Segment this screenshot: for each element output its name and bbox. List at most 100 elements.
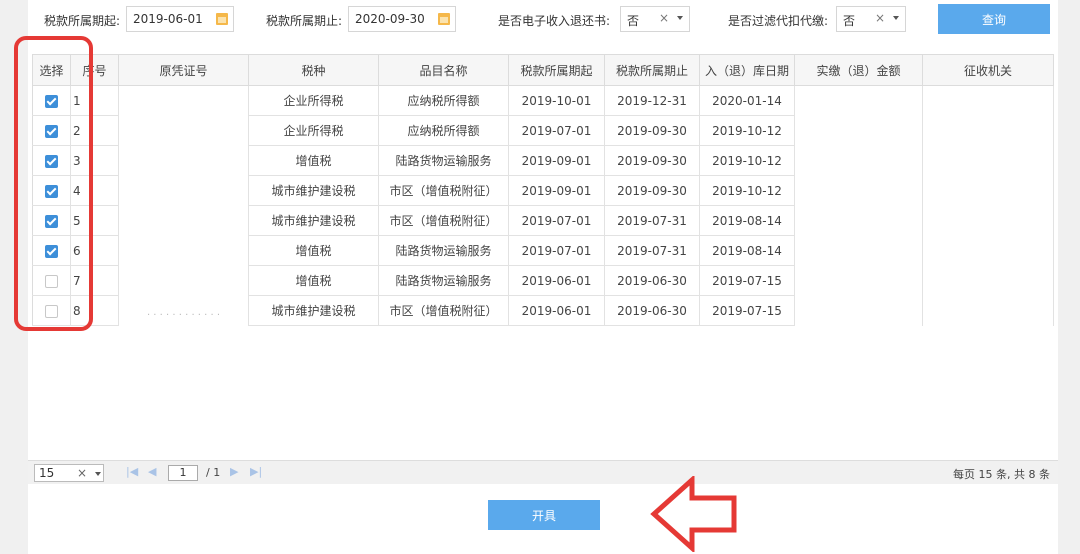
row-select[interactable] [32,265,71,296]
table-row[interactable]: 8 . . . . . . . . . . . . 城市维护建设税 市区（增值税附征）… [32,295,1054,326]
row-amount [794,85,923,116]
row-storage-date: 2019-10-12 [699,145,795,176]
row-period-start: 2019-07-01 [508,205,605,236]
row-select[interactable] [32,235,71,266]
chevron-down-icon[interactable] [677,16,683,20]
row-select[interactable] [32,205,71,236]
row-checkbox[interactable] [45,304,58,318]
row-voucher [118,205,249,236]
page-size-value: 15 [39,466,55,480]
table-row[interactable]: 7 增值税 陆路货物运输服务 2019-06-01 2019-06-30 2019-07-… [32,265,1054,296]
start-period-label: 税款所属期起: [44,14,121,28]
row-checkbox[interactable] [45,214,58,228]
end-period-label: 税款所属期止: [266,14,343,28]
table-row[interactable]: 2 企业所得税 应纳税所得额 2019-07-01 2019-09-30 2019-10-… [32,115,1054,146]
row-period-start: 2019-07-01 [508,235,605,266]
row-amount [794,235,923,266]
einvoice-label: 是否电子收入退还书: [498,14,611,28]
row-select[interactable] [32,115,71,146]
header-voucher: 原凭证号 [118,54,249,86]
row-tax-type: 企业所得税 [248,115,379,146]
row-storage-date: 2019-10-12 [699,175,795,206]
row-checkbox[interactable] [45,244,58,258]
prev-page-icon[interactable]: ◀ [148,465,156,478]
row-seq: 1 [70,85,119,116]
chevron-down-icon[interactable] [893,16,899,20]
open-invoice-button[interactable]: 开具 [488,500,600,530]
tax-table: 选择 序号 原凭证号 税种 品目名称 税款所属期起 税款所属期止 入（退）库日期… [32,54,1054,326]
einvoice-select[interactable]: 否 × [620,6,690,32]
filter-withhold-value: 否 [843,14,856,28]
end-period-value: 2020-09-30 [355,12,425,26]
row-item: 应纳税所得额 [378,115,509,146]
header-period-end: 税款所属期止 [604,54,700,86]
row-period-end: 2019-07-31 [604,205,700,236]
row-item: 陆路货物运输服务 [378,235,509,266]
row-period-end: 2019-06-30 [604,295,700,326]
header-amount: 实缴（退）金额 [794,54,923,86]
row-item: 市区（增值税附征） [378,175,509,206]
filter-withhold-label: 是否过滤代扣代缴: [728,14,829,28]
row-select[interactable] [32,295,71,326]
total-pages: / 1 [206,466,221,479]
calendar-icon[interactable] [438,13,450,25]
row-authority [922,265,1054,296]
last-page-icon[interactable]: ▶| [250,465,262,478]
row-item: 陆路货物运输服务 [378,145,509,176]
row-storage-date: 2019-07-15 [699,265,795,296]
row-seq: 6 [70,235,119,266]
page-size-select[interactable]: 15 × [34,464,104,482]
end-period-input[interactable]: 2020-09-30 [348,6,456,32]
table-row[interactable]: 6 增值税 陆路货物运输服务 2019-07-01 2019-07-31 2019-08-… [32,235,1054,266]
pager-info: 每页 15 条, 共 8 条 [953,468,1050,481]
row-period-end: 2019-06-30 [604,265,700,296]
row-item: 陆路货物运输服务 [378,265,509,296]
clear-icon[interactable]: × [659,11,669,25]
row-select[interactable] [32,145,71,176]
table-header: 选择 序号 原凭证号 税种 品目名称 税款所属期起 税款所属期止 入（退）库日期… [32,54,1054,86]
row-item: 应纳税所得额 [378,85,509,116]
row-period-start: 2019-10-01 [508,85,605,116]
row-tax-type: 城市维护建设税 [248,205,379,236]
filter-withhold-select[interactable]: 否 × [836,6,906,32]
calendar-icon[interactable] [216,13,228,25]
row-storage-date: 2019-07-15 [699,295,795,326]
row-seq: 3 [70,145,119,176]
clear-icon[interactable]: × [77,466,87,480]
row-tax-type: 城市维护建设税 [248,295,379,326]
chevron-down-icon[interactable] [95,472,101,476]
row-checkbox[interactable] [45,184,58,198]
row-checkbox[interactable] [45,154,58,168]
row-select[interactable] [32,175,71,206]
row-authority [922,295,1054,326]
row-checkbox[interactable] [45,94,58,108]
table-row[interactable]: 5 城市维护建设税 市区（增值税附征） 2019-07-01 2019-07-31 201… [32,205,1054,236]
header-select: 选择 [32,54,71,86]
main-panel: 税款所属期起: 2019-06-01 税款所属期止: 2020-09-30 是否… [28,0,1058,554]
table-row[interactable]: 3 增值税 陆路货物运输服务 2019-09-01 2019-09-30 2019-10-… [32,145,1054,176]
row-amount [794,115,923,146]
row-authority [922,85,1054,116]
row-checkbox[interactable] [45,124,58,138]
row-checkbox[interactable] [45,274,58,288]
table-row[interactable]: 4 城市维护建设税 市区（增值税附征） 2019-09-01 2019-09-30 201… [32,175,1054,206]
start-period-value: 2019-06-01 [133,12,203,26]
header-seq: 序号 [70,54,119,86]
query-button[interactable]: 查询 [938,4,1050,34]
row-authority [922,235,1054,266]
next-page-icon[interactable]: ▶ [230,465,238,478]
row-item: 市区（增值税附征） [378,295,509,326]
row-amount [794,205,923,236]
row-seq: 2 [70,115,119,146]
row-amount [794,265,923,296]
first-page-icon[interactable]: |◀ [126,465,138,478]
page-number-input[interactable]: 1 [168,465,198,481]
row-select[interactable] [32,85,71,116]
row-voucher [118,145,249,176]
start-period-input[interactable]: 2019-06-01 [126,6,234,32]
table-row[interactable]: 1 企业所得税 应纳税所得额 2019-10-01 2019-12-31 2020-01-… [32,85,1054,116]
row-voucher [118,85,249,116]
row-storage-date: 2019-08-14 [699,235,795,266]
row-voucher [118,175,249,206]
clear-icon[interactable]: × [875,11,885,25]
